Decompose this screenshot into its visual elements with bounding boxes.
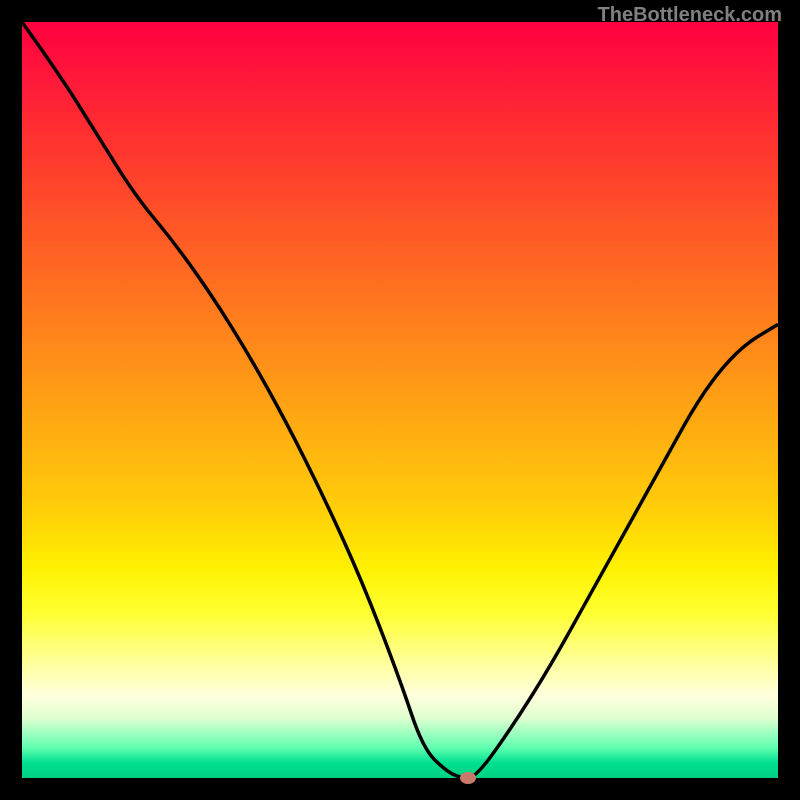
- watermark-text: TheBottleneck.com: [598, 4, 782, 27]
- bottleneck-curve: [22, 22, 778, 778]
- optimal-point-marker: [460, 772, 476, 784]
- chart-plot-area: [22, 22, 778, 778]
- curve-svg: [22, 22, 778, 778]
